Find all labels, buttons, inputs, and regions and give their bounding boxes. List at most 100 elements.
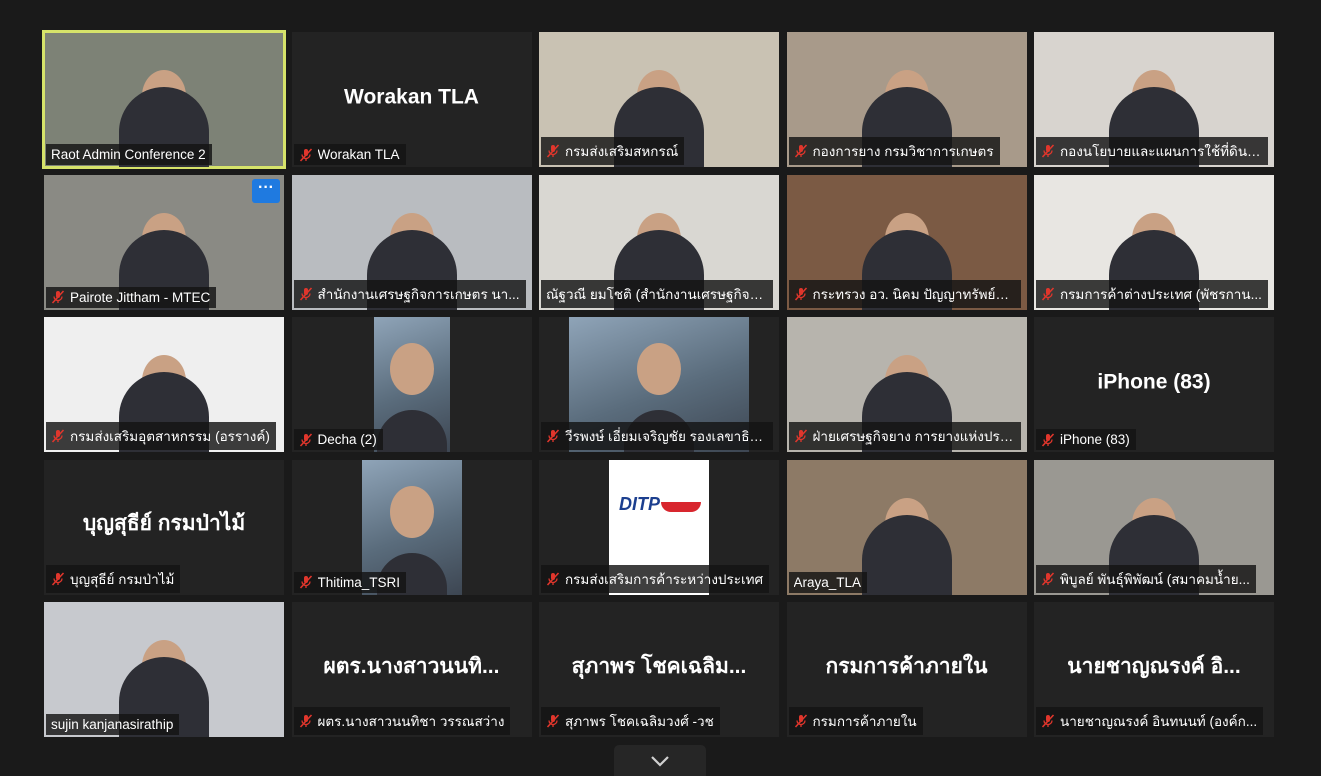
participant-name: บุญสุธีย์ กรมป่าไม้ <box>70 571 175 587</box>
participant-name-label: สำนักงานเศรษฐกิจการเกษตร นา... <box>293 279 526 308</box>
participant-tile[interactable]: Araya_TLA <box>786 459 1027 595</box>
participant-name-label: ณัฐวณี ยมโชติ (สำนักงานเศรษฐกิจก... <box>541 279 773 308</box>
microphone-muted-icon <box>1041 432 1055 447</box>
participant-name-label: บุญสุธีย์ กรมป่าไม้ <box>46 564 181 593</box>
participant-name: ฝ่ายเศรษฐกิจยาง การยางแห่งประเ... <box>812 429 1015 444</box>
participant-name-label: ผตร.นางสาวนนทิชา วรรณสว่าง <box>293 707 511 735</box>
participant-name-label: Raot Admin Conference 2 <box>46 144 212 165</box>
participant-name: วีรพงษ์ เอี่ยมเจริญชัย รองเลขาธิก... <box>565 429 767 444</box>
participant-tile[interactable]: iPhone (83) iPhone (83) <box>1034 317 1274 452</box>
participant-display-name: Worakan TLA <box>344 85 479 109</box>
participant-name-label: Worakan TLA <box>293 144 406 165</box>
ditp-logo: DITP <box>619 493 661 514</box>
participant-tile[interactable]: Thitima_TSRI <box>291 459 532 595</box>
participant-display-name: iPhone (83) <box>1097 370 1211 394</box>
participant-name: กรมส่งเสริมอุตสาหกรรม (อรรางค์) <box>70 429 270 444</box>
chevron-down-icon <box>651 755 669 767</box>
participant-name-label: Araya_TLA <box>788 571 868 593</box>
participant-name: นายชาญณรงค์ อินทนนท์ (องค์ก... <box>1060 714 1258 729</box>
participant-display-name: สุภาพร โชคเฉลิม... <box>571 654 747 678</box>
more-options-button[interactable]: ··· <box>252 178 280 203</box>
participant-tile[interactable]: ฝ่ายเศรษฐกิจยาง การยางแห่งประเ... <box>786 317 1027 452</box>
participant-display-name: ผตร.นางสาวนนทิ... <box>323 654 500 678</box>
participant-name: สำนักงานเศรษฐกิจการเกษตร นา... <box>317 286 520 302</box>
microphone-muted-icon <box>1041 571 1055 586</box>
microphone-muted-icon <box>299 147 312 162</box>
participant-tile[interactable]: กองการยาง กรมวิชาการเกษตร <box>786 32 1027 167</box>
participant-tile[interactable]: Decha (2) <box>291 317 532 452</box>
microphone-muted-icon <box>51 571 65 586</box>
participant-tile[interactable]: ณัฐวณี ยมโชติ (สำนักงานเศรษฐกิจก... <box>539 174 779 310</box>
scroll-down-button[interactable] <box>614 745 706 776</box>
participant-name: กรมการค้าต่างประเทศ (พัชรกาน... <box>1060 286 1262 302</box>
participant-tile[interactable]: กรมการค้าต่างประเทศ (พัชรกาน... <box>1034 174 1274 310</box>
participant-name: สุภาพร โชคเฉลิมวงศ์ -วช <box>565 714 714 729</box>
microphone-muted-icon <box>1041 286 1055 301</box>
participant-name: กรมส่งเสริมสหกรณ์ <box>565 144 679 159</box>
participant-name-label: พิบูลย์ พันธุ์พิพัฒน์ (สมาคมน้ำย... <box>1036 564 1256 593</box>
participant-name: Araya_TLA <box>793 574 862 590</box>
microphone-muted-icon <box>546 429 560 443</box>
participant-name: กองการยาง กรมวิชาการเกษตร <box>812 144 994 159</box>
participant-name-label: sujin kanjanasirathip <box>46 714 180 735</box>
microphone-muted-icon <box>299 432 312 447</box>
microphone-muted-icon <box>794 429 807 443</box>
microphone-muted-icon <box>546 714 560 728</box>
participant-tile[interactable]: วีรพงษ์ เอี่ยมเจริญชัย รองเลขาธิก... <box>539 317 779 452</box>
participant-name-label: สุภาพร โชคเฉลิมวงศ์ -วช <box>541 707 720 735</box>
participant-display-name: บุญสุธีย์ กรมป่าไม้ <box>82 512 246 536</box>
microphone-muted-icon <box>1041 714 1055 728</box>
participant-name-label: กรมส่งเสริมการค้าระหว่างประเทศ <box>541 564 770 593</box>
microphone-muted-icon <box>794 286 807 301</box>
participant-name-label: กรมส่งเสริมสหกรณ์ <box>541 137 685 165</box>
participant-display-name: นายชาญณรงค์ อิ... <box>1067 654 1241 678</box>
participant-tile[interactable]: กรมส่งเสริมอุตสาหกรรม (อรรางค์) <box>44 317 284 452</box>
participant-name-label: Decha (2) <box>293 429 383 450</box>
microphone-muted-icon <box>546 144 560 158</box>
participant-name: กระทรวง อว. นิคม ปัญญาทรัพย์กิจไพ... <box>812 286 1015 302</box>
participant-tile[interactable]: นายชาญณรงค์ อิ... นายชาญณรงค์ อินทนนท์ (อ… <box>1034 602 1274 737</box>
participant-name-label: กรมการค้าต่างประเทศ (พัชรกาน... <box>1036 279 1268 308</box>
participant-tile[interactable]: กรมส่งเสริมสหกรณ์ <box>539 32 779 167</box>
participant-tile[interactable]: กรมการค้าภายใน กรมการค้าภายใน <box>786 602 1027 737</box>
participant-tile[interactable]: Worakan TLA Worakan TLA <box>291 32 532 167</box>
participant-name-label: กองการยาง กรมวิชาการเกษตร <box>788 137 1000 165</box>
participant-name: Pairote Jittham - MTEC <box>70 289 211 305</box>
participant-name: Worakan TLA <box>317 147 400 162</box>
participant-tile[interactable]: สำนักงานเศรษฐกิจการเกษตร นา... <box>291 174 532 310</box>
participant-grid: Raot Admin Conference 2 Worakan TLA Woraka… <box>42 30 1274 737</box>
participant-tile[interactable]: Raot Admin Conference 2 <box>42 30 286 169</box>
participant-name-label: กรมการค้าภายใน <box>788 707 923 735</box>
participant-tile[interactable]: ··· Pairote Jittham - MTEC <box>44 174 284 310</box>
participant-video <box>373 317 450 452</box>
microphone-muted-icon <box>299 575 312 589</box>
participant-name-label: วีรพงษ์ เอี่ยมเจริญชัย รองเลขาธิก... <box>541 422 773 450</box>
participant-name-label: กรมส่งเสริมอุตสาหกรรม (อรรางค์) <box>46 422 276 450</box>
participant-name: กรมส่งเสริมการค้าระหว่างประเทศ <box>565 571 764 587</box>
participant-name: ผตร.นางสาวนนทิชา วรรณสว่าง <box>317 714 505 729</box>
participant-name: sujin kanjanasirathip <box>51 717 174 732</box>
participant-tile[interactable]: DITP กรมส่งเสริมการค้าระหว่างประเทศ <box>539 459 779 595</box>
participant-name-label: Pairote Jittham - MTEC <box>46 286 217 308</box>
microphone-muted-icon <box>1041 144 1055 158</box>
participant-tile[interactable]: ผตร.นางสาวนนทิ... ผตร.นางสาวนนทิชา วรรณสว… <box>291 602 532 737</box>
microphone-muted-icon <box>299 714 312 728</box>
participant-tile[interactable]: sujin kanjanasirathip <box>44 602 284 737</box>
microphone-muted-icon <box>299 286 312 301</box>
participant-name-label: ฝ่ายเศรษฐกิจยาง การยางแห่งประเ... <box>788 422 1021 450</box>
microphone-muted-icon <box>51 290 65 304</box>
participant-tile[interactable]: พิบูลย์ พันธุ์พิพัฒน์ (สมาคมน้ำย... <box>1034 459 1274 595</box>
participant-tile[interactable]: บุญสุธีย์ กรมป่าไม้ บุญสุธีย์ กรมป่าไม้ <box>44 459 284 595</box>
microphone-muted-icon <box>546 571 560 586</box>
participant-tile[interactable]: กระทรวง อว. นิคม ปัญญาทรัพย์กิจไพ... <box>786 174 1027 310</box>
participant-name: กรมการค้าภายใน <box>812 714 917 729</box>
ellipsis-icon: ··· <box>258 178 274 196</box>
participant-name-label: กองนโยบายและแผนการใช้ที่ดิน ก... <box>1036 137 1268 165</box>
participant-name-label: iPhone (83) <box>1036 429 1136 450</box>
participant-name: Decha (2) <box>317 432 377 447</box>
participant-name-label: นายชาญณรงค์ อินทนนท์ (องค์ก... <box>1036 707 1264 735</box>
participant-name-label: Thitima_TSRI <box>293 571 407 593</box>
participant-tile[interactable]: สุภาพร โชคเฉลิม... สุภาพร โชคเฉลิมวงศ์ -ว… <box>539 602 779 737</box>
participant-tile[interactable]: กองนโยบายและแผนการใช้ที่ดิน ก... <box>1034 32 1274 167</box>
participant-name: ณัฐวณี ยมโชติ (สำนักงานเศรษฐกิจก... <box>546 286 767 302</box>
